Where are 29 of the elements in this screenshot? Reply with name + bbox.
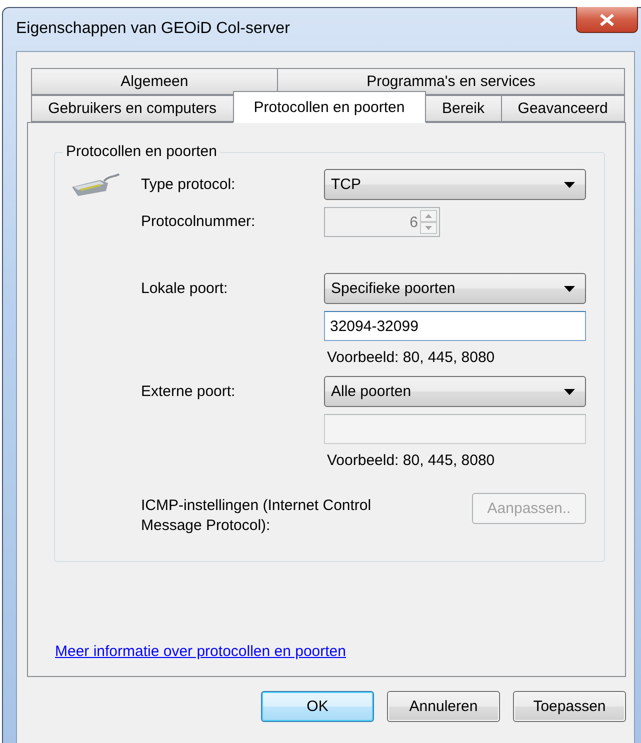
connector-icon (70, 172, 120, 196)
info-link[interactable]: Meer informatie over protocollen en poorten (55, 643, 346, 660)
port-input[interactable]: 32094-32099 (324, 311, 586, 341)
tab[interactable]: Bereik (424, 95, 502, 122)
port-dropdown[interactable]: Specifieke poorten (324, 273, 586, 304)
window-title: Eigenschappen van GEOiD Col-server (16, 20, 290, 38)
tab[interactable]: Programma's en services (276, 68, 626, 95)
close-button[interactable] (576, 7, 638, 33)
tab[interactable]: Geavanceerd (500, 95, 625, 122)
protocol-dropdown[interactable]: TCP (324, 169, 586, 200)
tab[interactable]: Algemeen (31, 68, 278, 95)
spin-arrows-icon (420, 210, 437, 234)
caret-icon (564, 286, 575, 292)
group-title: Protocollen en poorten (63, 143, 220, 161)
tab[interactable]: Gebruikers en computers (31, 95, 234, 122)
field-label: Type protocol: (141, 174, 236, 194)
icmp-label: ICMP-instellingen (Internet Control Message Protocol): (141, 496, 372, 536)
close-icon (600, 14, 614, 26)
tab[interactable]: Protocollen en poorten (232, 91, 426, 123)
example-hint: Voorbeeld: 80, 445, 8080 (326, 452, 496, 469)
field-label: Lokale poort: (141, 278, 229, 298)
caret-icon (564, 388, 575, 394)
dialog-button[interactable]: Annuleren (387, 691, 500, 722)
dialog-button[interactable]: Toepassen (513, 691, 626, 722)
example-hint: Voorbeeld: 80, 445, 8080 (326, 349, 496, 366)
field-label: Externe poort: (141, 382, 236, 402)
field-label: Protocolnummer: (141, 212, 256, 232)
caret-icon (564, 182, 575, 188)
dialog-button[interactable]: OK (261, 691, 374, 722)
